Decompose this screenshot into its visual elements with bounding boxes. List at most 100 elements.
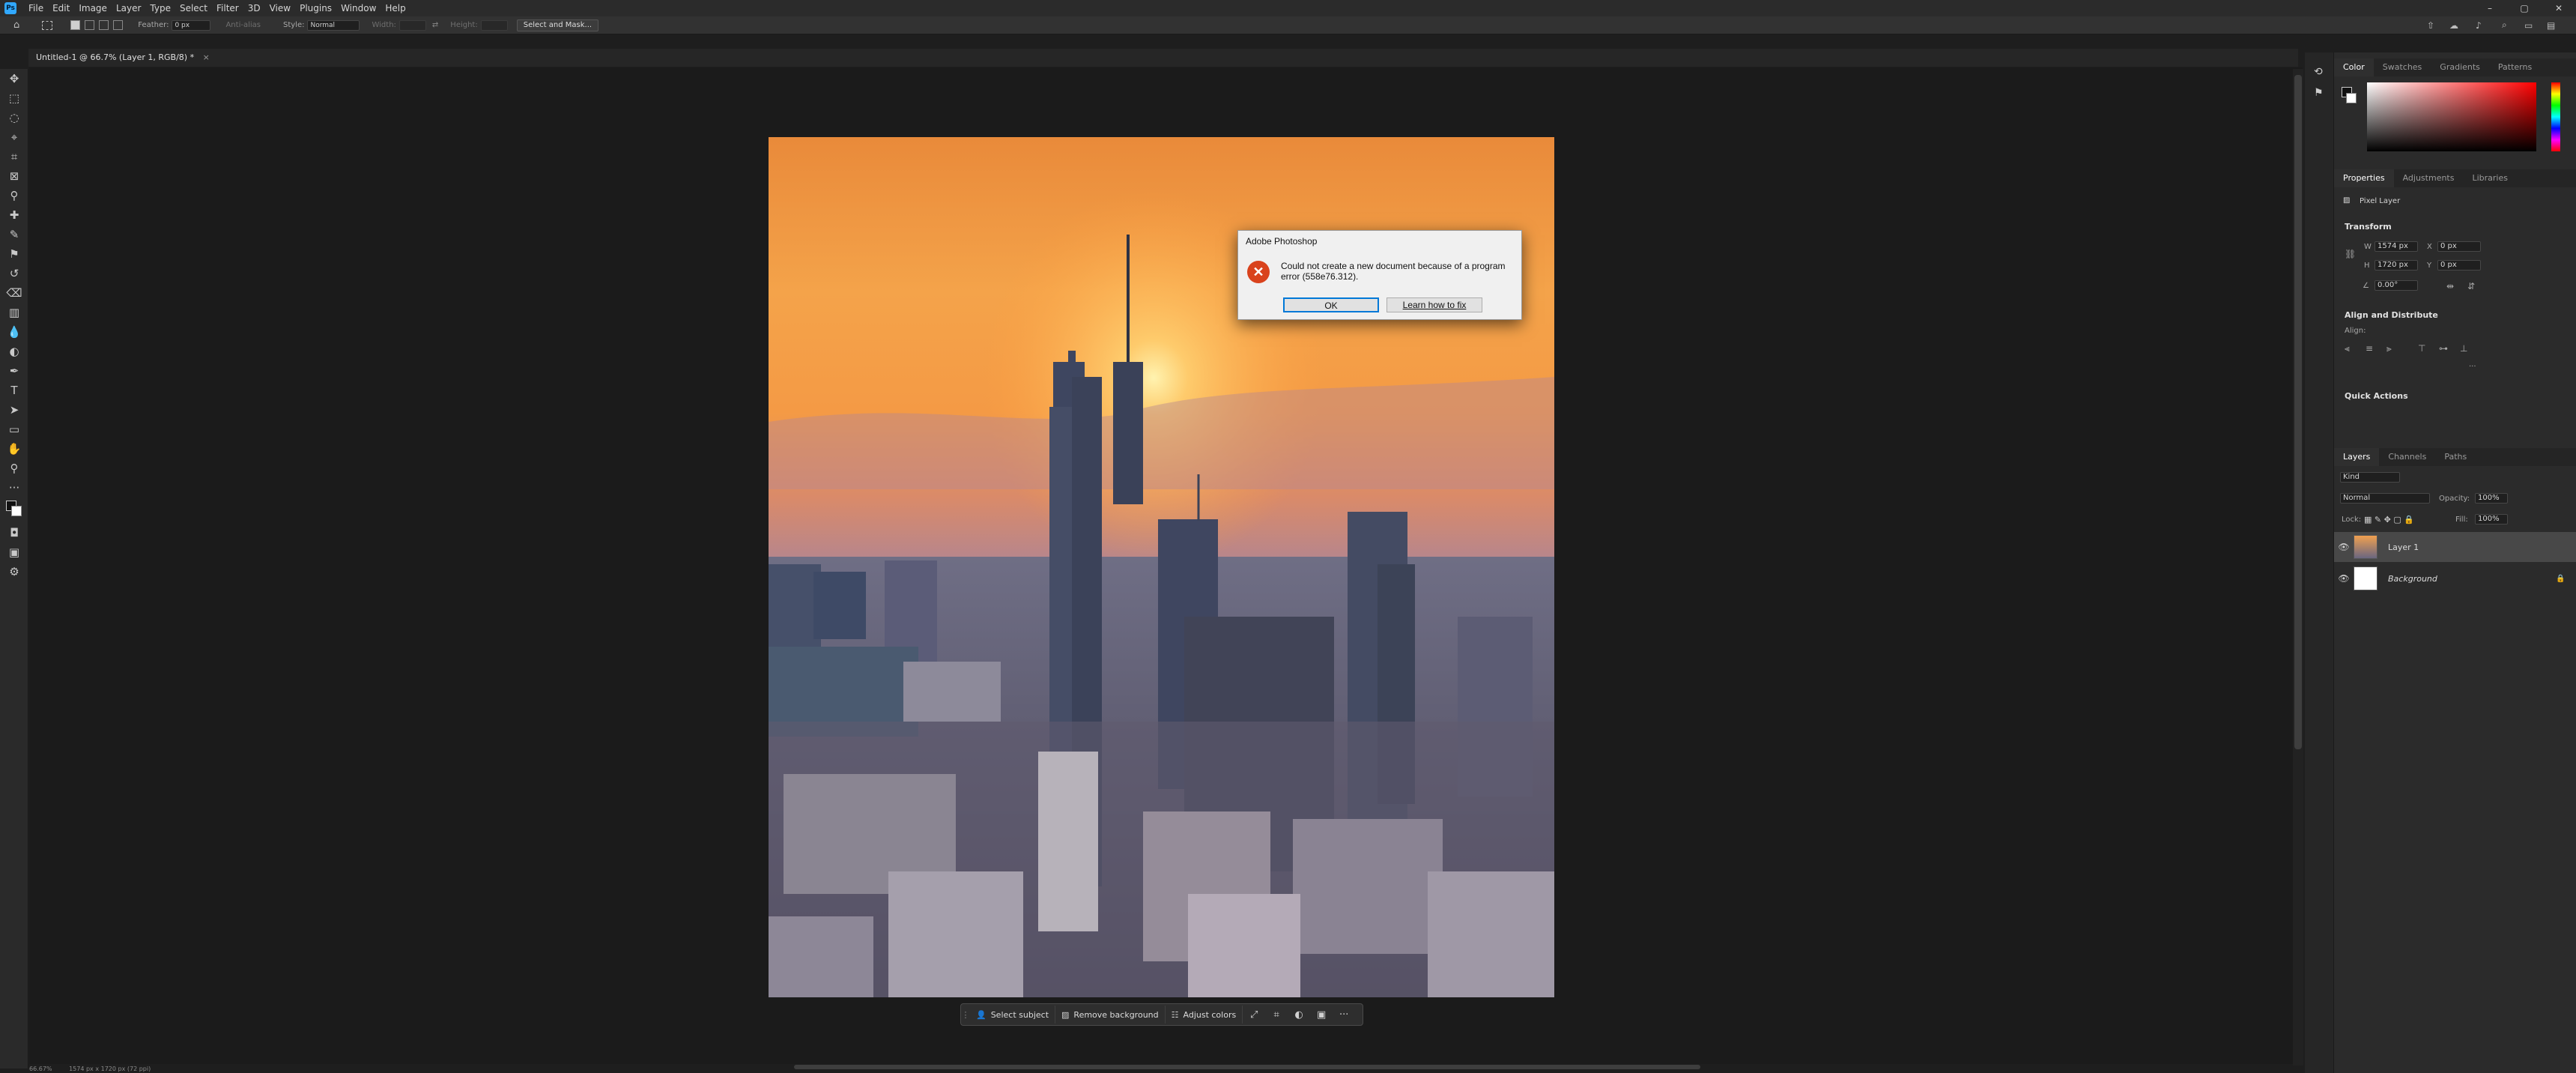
width-field[interactable]: 1574 px bbox=[2375, 241, 2418, 252]
healing-tool-icon[interactable]: ✚ bbox=[0, 205, 28, 225]
layer-filter-select[interactable]: Kind bbox=[2340, 472, 2400, 483]
more-tools-icon[interactable]: ··· bbox=[0, 478, 28, 498]
document-tab[interactable]: Untitled-1 @ 66.7% (Layer 1, RGB/8) * × bbox=[28, 49, 217, 67]
frame-tool-icon[interactable]: ⊠ bbox=[0, 166, 28, 186]
search-icon[interactable]: ⌕ bbox=[2502, 19, 2507, 31]
lock-icons[interactable]: ▦ ✎ ✥ ▢ 🔒 bbox=[2364, 515, 2414, 525]
blur-tool-icon[interactable]: 💧 bbox=[0, 322, 28, 342]
tab-channels[interactable]: Channels bbox=[2379, 448, 2435, 466]
background-color-icon[interactable] bbox=[11, 506, 22, 516]
brush-tool-icon[interactable]: ✎ bbox=[0, 225, 28, 244]
photoshop-logo-icon[interactable]: Ps bbox=[4, 2, 16, 14]
align-section[interactable]: Align and Distribute bbox=[2345, 310, 2438, 320]
menu-edit[interactable]: Edit bbox=[48, 0, 74, 16]
menu-view[interactable]: View bbox=[265, 0, 295, 16]
add-selection-icon[interactable] bbox=[85, 20, 95, 30]
tab-layers[interactable]: Layers bbox=[2334, 448, 2380, 466]
eyedropper-tool-icon[interactable]: ⚲ bbox=[0, 186, 28, 205]
crop-icon[interactable]: ⌗ bbox=[1265, 1009, 1288, 1021]
close-tab-icon[interactable]: × bbox=[203, 52, 210, 62]
select-subject-button[interactable]: 👤 Select subject bbox=[970, 1006, 1056, 1024]
menu-layer[interactable]: Layer bbox=[112, 0, 145, 16]
menu-help[interactable]: Help bbox=[381, 0, 410, 16]
visibility-eye-icon[interactable]: 👁 bbox=[2334, 542, 2354, 552]
more-options-icon[interactable]: ··· bbox=[1333, 1009, 1355, 1021]
width-input[interactable] bbox=[398, 19, 426, 31]
dodge-tool-icon[interactable]: ◐ bbox=[0, 342, 28, 361]
ok-button[interactable]: OK bbox=[1283, 297, 1379, 312]
adjustment-layer-icon[interactable]: ◐ bbox=[1288, 1009, 1310, 1021]
align-left-icon[interactable]: ⫷ bbox=[2345, 343, 2350, 354]
document-info[interactable]: 1574 px x 1720 px (72 ppi) bbox=[69, 1066, 151, 1072]
menu-image[interactable]: Image bbox=[74, 0, 112, 16]
more-align-icon[interactable]: ··· bbox=[2469, 363, 2476, 371]
tab-patterns[interactable]: Patterns bbox=[2489, 58, 2541, 76]
object-select-tool-icon[interactable]: ⌖ bbox=[0, 127, 28, 147]
visibility-eye-icon[interactable]: 👁 bbox=[2334, 573, 2354, 584]
style-select[interactable]: Normal bbox=[307, 19, 360, 31]
align-right-icon[interactable]: ⫸ bbox=[2386, 343, 2392, 354]
type-tool-icon[interactable]: T bbox=[0, 381, 28, 400]
remove-background-button[interactable]: ▨ Remove background bbox=[1055, 1006, 1166, 1024]
pen-tool-icon[interactable]: ✒ bbox=[0, 361, 28, 381]
height-field[interactable]: 1720 px bbox=[2375, 260, 2418, 270]
align-center-icon[interactable]: ≡ bbox=[2366, 343, 2373, 354]
x-field[interactable]: 0 px bbox=[2437, 241, 2481, 252]
libraries-panel-icon[interactable]: ⚑ bbox=[2314, 87, 2324, 99]
menu-type[interactable]: Type bbox=[145, 0, 175, 16]
transform-icon[interactable]: ⤢ bbox=[1243, 1009, 1265, 1021]
layer-row[interactable]: 👁 Layer 1 bbox=[2334, 532, 2576, 562]
layer-name[interactable]: Layer 1 bbox=[2388, 542, 2419, 552]
intersect-selection-icon[interactable] bbox=[113, 20, 124, 30]
background-swatch[interactable] bbox=[2346, 93, 2357, 103]
eraser-tool-icon[interactable]: ⌫ bbox=[0, 283, 28, 303]
workspace-icon[interactable]: ▭ bbox=[2524, 20, 2533, 31]
align-middle-icon[interactable]: ⊶ bbox=[2439, 343, 2448, 354]
angle-field[interactable]: 0.00° bbox=[2375, 280, 2418, 291]
tab-color[interactable]: Color bbox=[2334, 58, 2374, 76]
gradient-tool-icon[interactable]: ▥ bbox=[0, 303, 28, 322]
tab-adjustments[interactable]: Adjustments bbox=[2394, 169, 2464, 187]
hue-slider[interactable] bbox=[2551, 82, 2560, 151]
quick-actions-section[interactable]: Quick Actions bbox=[2345, 391, 2408, 401]
layer-row[interactable]: 👁 Background 🔒 bbox=[2334, 563, 2576, 593]
move-tool-icon[interactable]: ✥ bbox=[0, 69, 28, 88]
adjust-colors-button[interactable]: ☷ Adjust colors bbox=[1166, 1006, 1243, 1024]
select-and-mask-button[interactable]: Select and Mask... bbox=[516, 19, 599, 31]
blend-mode-select[interactable]: Normal bbox=[2340, 493, 2430, 504]
tab-swatches[interactable]: Swatches bbox=[2374, 58, 2431, 76]
antialias-checkbox[interactable]: Anti-alias bbox=[225, 21, 261, 29]
tab-paths[interactable]: Paths bbox=[2435, 448, 2476, 466]
swap-icon[interactable]: ⇄ bbox=[432, 21, 438, 29]
vertical-scroll-thumb[interactable] bbox=[2294, 75, 2302, 749]
mask-icon[interactable]: ▣ bbox=[1310, 1009, 1333, 1021]
minimize-button[interactable]: – bbox=[2473, 0, 2507, 16]
close-window-button[interactable]: ✕ bbox=[2542, 0, 2576, 16]
subtract-selection-icon[interactable] bbox=[99, 20, 109, 30]
rect-marquee-icon[interactable] bbox=[42, 20, 53, 30]
layer-name[interactable]: Background bbox=[2388, 574, 2437, 584]
hand-tool-icon[interactable]: ✋ bbox=[0, 439, 28, 459]
menu-file[interactable]: File bbox=[24, 0, 48, 16]
notification-icon[interactable]: ♪ bbox=[2476, 20, 2482, 31]
tab-properties[interactable]: Properties bbox=[2334, 169, 2394, 187]
history-panel-icon[interactable]: ⟲ bbox=[2314, 66, 2323, 78]
color-swatches[interactable] bbox=[0, 498, 28, 523]
link-icon[interactable]: ⛓ bbox=[2345, 249, 2356, 259]
menu-select[interactable]: Select bbox=[175, 0, 212, 16]
transform-section[interactable]: Transform bbox=[2345, 222, 2392, 232]
tab-gradients[interactable]: Gradients bbox=[2431, 58, 2489, 76]
share-icon[interactable]: ⇧ bbox=[2427, 20, 2434, 31]
feather-input[interactable]: 0 px bbox=[172, 19, 211, 31]
edit-toolbar-icon[interactable]: ⚙ bbox=[0, 562, 28, 581]
new-selection-icon[interactable] bbox=[70, 20, 81, 30]
history-brush-tool-icon[interactable]: ↺ bbox=[0, 264, 28, 283]
lasso-tool-icon[interactable]: ◌ bbox=[0, 108, 28, 127]
menu-filter[interactable]: Filter bbox=[212, 0, 243, 16]
cloud-icon[interactable]: ☁ bbox=[2449, 20, 2458, 31]
path-select-tool-icon[interactable]: ➤ bbox=[0, 400, 28, 420]
crop-tool-icon[interactable]: ⌗ bbox=[0, 147, 28, 166]
quick-mask-icon[interactable]: ◘ bbox=[0, 523, 28, 542]
y-field[interactable]: 0 px bbox=[2437, 260, 2481, 270]
fill-field[interactable]: 100% bbox=[2475, 514, 2508, 525]
